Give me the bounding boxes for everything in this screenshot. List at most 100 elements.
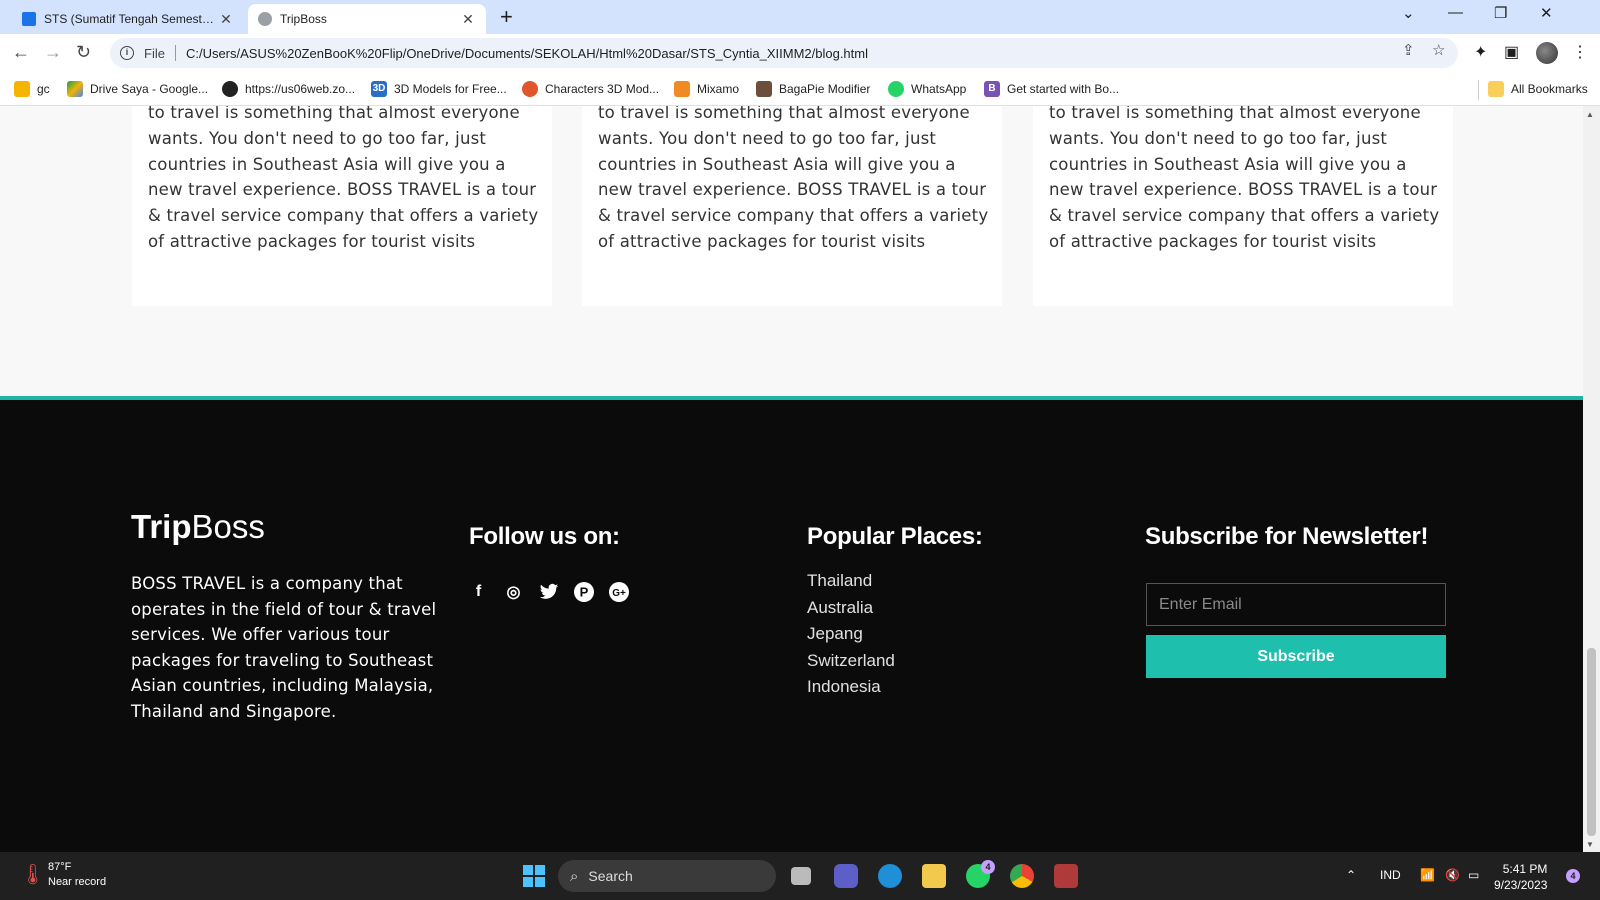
close-tab-icon[interactable]: ✕	[460, 11, 476, 28]
twitter-icon[interactable]	[538, 581, 559, 602]
maximize-icon[interactable]: ❐	[1494, 4, 1507, 22]
notification-center-badge[interactable]: 4	[1566, 869, 1580, 883]
bagapie-icon	[756, 81, 772, 97]
place-link[interactable]: Indonesia	[807, 674, 895, 701]
facebook-icon[interactable]: f	[468, 581, 489, 602]
site-info-icon[interactable]: i	[120, 46, 134, 60]
bookmark-whatsapp[interactable]: WhatsApp	[888, 81, 966, 97]
battery-icon[interactable]: ▭	[1468, 868, 1479, 882]
bookmark-label: https://us06web.zo...	[245, 82, 356, 96]
bookmark-characters[interactable]: Characters 3D Mod...	[522, 81, 659, 97]
blog-card: to travel is something that almost every…	[582, 106, 1002, 306]
system-clock[interactable]: 5:41 PM 9/23/2023	[1494, 861, 1547, 893]
close-window-icon[interactable]: ✕	[1540, 4, 1553, 22]
task-view-icon[interactable]	[791, 867, 811, 885]
taskbar-search[interactable]: ⌕ Search	[558, 860, 776, 892]
temperature: 87°F	[48, 861, 72, 873]
blog-card: to travel is something that almost every…	[1033, 106, 1453, 306]
bookmark-star-icon[interactable]: ☆	[1432, 41, 1445, 59]
place-link[interactable]: Thailand	[807, 568, 895, 595]
show-hidden-icons[interactable]: ⌃	[1346, 868, 1356, 882]
footer-logo[interactable]: TripBoss	[131, 508, 265, 546]
volume-muted-icon[interactable]: 🔇	[1445, 868, 1460, 882]
all-bookmarks[interactable]: All Bookmarks	[1488, 81, 1588, 97]
minimize-icon[interactable]: —	[1448, 4, 1463, 21]
bookmarks-bar: gc Drive Saya - Google... https://us06we…	[0, 72, 1600, 106]
reload-icon[interactable]: ↻	[76, 42, 91, 62]
address-bar[interactable]: i File C:/Users/ASUS%20ZenBooK%20Flip/On…	[110, 38, 1458, 68]
bookmark-bagapie[interactable]: BagaPie Modifier	[756, 81, 870, 97]
scroll-down-icon[interactable]: ▼	[1586, 840, 1594, 849]
google-plus-icon[interactable]: G+	[608, 581, 629, 602]
whatsapp-icon	[888, 81, 904, 97]
search-label: Search	[588, 868, 633, 884]
bootstrap-icon: B	[984, 81, 1000, 97]
bookmark-label: All Bookmarks	[1511, 82, 1588, 96]
subscribe-button[interactable]: Subscribe	[1146, 635, 1446, 678]
classroom-icon	[14, 81, 30, 97]
close-tab-icon[interactable]: ✕	[218, 11, 234, 28]
edge-icon[interactable]	[878, 864, 902, 888]
winrar-icon[interactable]	[1054, 864, 1078, 888]
bookmark-gc[interactable]: gc	[14, 81, 50, 97]
instagram-icon[interactable]: ◎	[503, 581, 524, 602]
windows-start-icon[interactable]	[522, 864, 546, 888]
email-input[interactable]: Enter Email	[1146, 583, 1446, 626]
pinterest-icon[interactable]: P	[573, 581, 594, 602]
new-tab-button[interactable]: +	[500, 6, 513, 28]
places-heading: Popular Places:	[807, 523, 983, 550]
forward-icon[interactable]: →	[44, 42, 62, 62]
chrome-icon[interactable]	[1010, 864, 1034, 888]
page-viewport: to travel is something that almost every…	[0, 106, 1583, 852]
windows-taskbar: 🌡 87°F Near record ⌕ Search 4 ⌃ IND 📶 🔇 …	[0, 852, 1600, 900]
date: 9/23/2023	[1494, 878, 1548, 892]
bookmark-drive[interactable]: Drive Saya - Google...	[67, 81, 208, 97]
bookmark-zoom[interactable]: https://us06web.zo...	[222, 81, 355, 97]
place-link[interactable]: Australia	[807, 595, 895, 622]
footer-about-text: BOSS TRAVEL is a company that operates i…	[131, 574, 437, 721]
bookmark-bootstrap[interactable]: B Get started with Bo...	[984, 81, 1119, 97]
3d-icon: 3D	[371, 81, 387, 97]
divider	[174, 45, 176, 61]
side-panel-icon[interactable]: ▣	[1504, 42, 1519, 62]
blog-card: to travel is something that almost every…	[132, 106, 552, 306]
bookmark-label: gc	[37, 82, 50, 96]
url-text[interactable]: C:/Users/ASUS%20ZenBooK%20Flip/OneDrive/…	[186, 46, 868, 61]
tab-tripboss[interactable]: TripBoss ✕	[248, 4, 486, 34]
teams-icon[interactable]	[834, 864, 858, 888]
page-scrollbar[interactable]: ▲ ▼	[1583, 106, 1600, 852]
tab-title: TripBoss	[280, 12, 327, 26]
blog-card-text: to travel is something that almost every…	[1049, 106, 1440, 251]
language-indicator[interactable]: IND	[1380, 868, 1401, 882]
follow-heading: Follow us on:	[469, 523, 620, 550]
folder-icon	[1488, 81, 1504, 97]
menu-icon[interactable]: ⋮	[1572, 42, 1588, 62]
file-explorer-icon[interactable]	[922, 864, 946, 888]
extensions-icon[interactable]: ✦	[1474, 42, 1487, 62]
social-links: f ◎ P G+	[468, 581, 629, 602]
scrollbar-thumb[interactable]	[1587, 648, 1596, 836]
svg-text:P: P	[579, 584, 588, 599]
wifi-icon[interactable]: 📶	[1420, 868, 1435, 882]
time: 5:41 PM	[1502, 862, 1548, 876]
blog-card-text: to travel is something that almost every…	[148, 106, 539, 251]
mixamo-icon	[674, 81, 690, 97]
scroll-up-icon[interactable]: ▲	[1586, 110, 1594, 119]
browser-toolbar: ← → ↻ i File C:/Users/ASUS%20ZenBooK%20F…	[0, 34, 1600, 72]
tab-search-icon[interactable]: ⌄	[1402, 4, 1415, 22]
place-link[interactable]: Switzerland	[807, 648, 895, 675]
bookmark-label: WhatsApp	[911, 82, 967, 96]
bookmark-3d-models[interactable]: 3D 3D Models for Free...	[371, 81, 507, 97]
bookmark-mixamo[interactable]: Mixamo	[674, 81, 739, 97]
back-icon[interactable]: ←	[12, 42, 30, 62]
logo-bold: Trip	[131, 508, 192, 545]
profile-avatar[interactable]	[1536, 42, 1558, 64]
tab-sts[interactable]: STS (Sumatif Tengah Semester) C ✕	[12, 4, 244, 34]
place-link[interactable]: Jepang	[807, 621, 895, 648]
weather-widget[interactable]: 🌡 87°F Near record	[20, 860, 106, 890]
share-icon[interactable]: ⇪	[1402, 41, 1415, 59]
classroom-icon	[22, 12, 36, 26]
search-icon: ⌕	[570, 867, 579, 885]
logo-light: Boss	[191, 508, 265, 545]
bookmark-label: BagaPie Modifier	[779, 82, 871, 96]
